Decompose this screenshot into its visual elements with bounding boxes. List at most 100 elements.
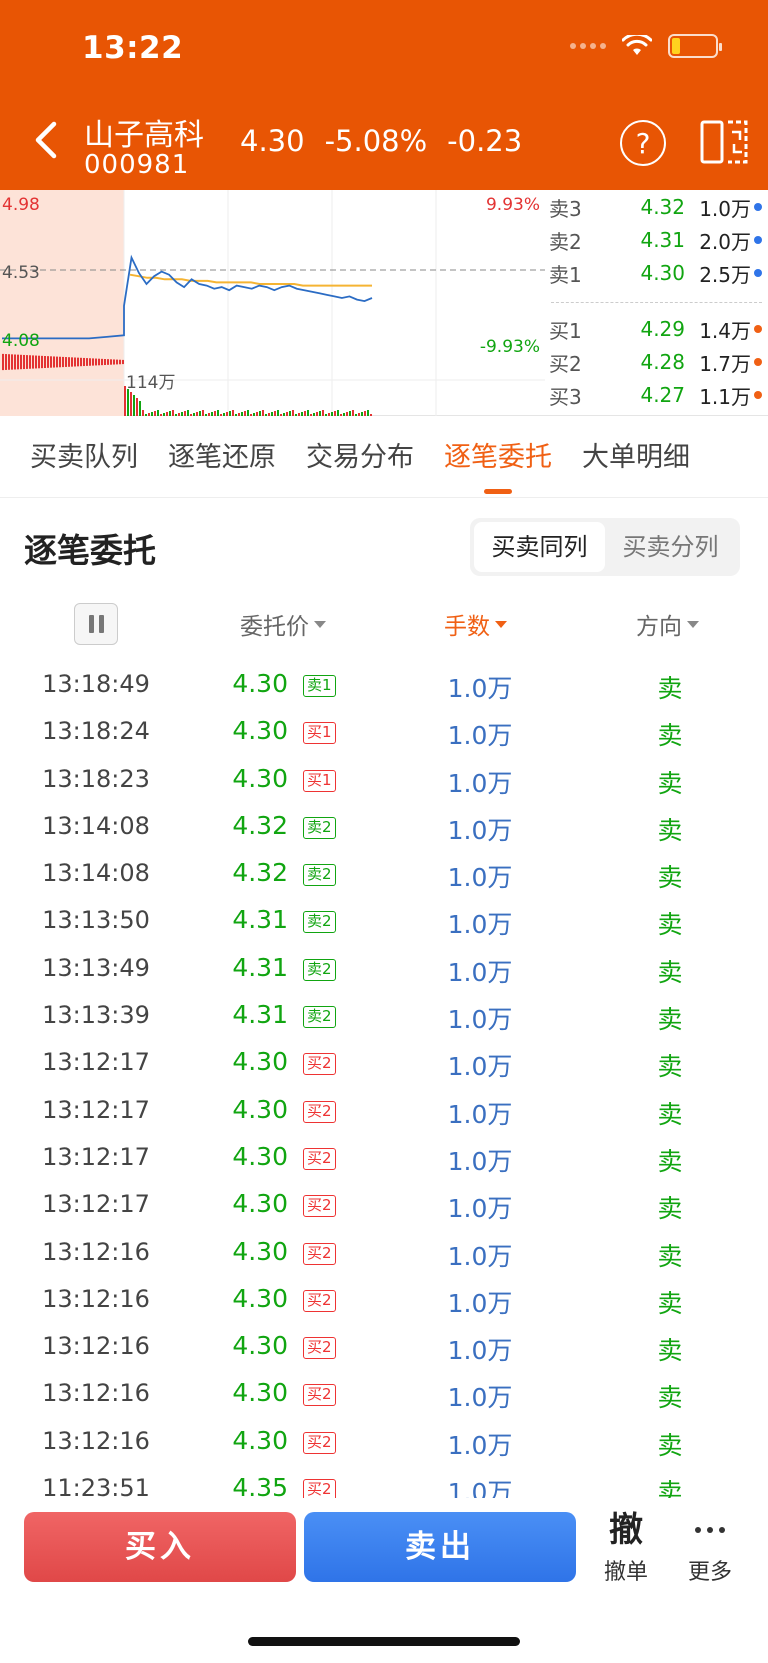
tab-trade-distribution[interactable]: 交易分布 (306, 418, 414, 498)
order-price: 4.32 (232, 858, 288, 888)
ask-price: 4.31 (640, 228, 685, 252)
volume-bar (35, 355, 37, 369)
order-direction: 卖 (657, 721, 683, 751)
y-axis-bottom: 4.08 (2, 331, 40, 351)
volume-bar (116, 359, 118, 365)
volume-bar (172, 410, 174, 416)
volume-bar (101, 358, 103, 366)
order-price: 4.30 (232, 763, 288, 793)
volume-bar (241, 412, 243, 416)
volume-bar (355, 414, 357, 416)
order-time: 13:12:16 (42, 1332, 150, 1361)
order-direction: 卖 (657, 1336, 683, 1366)
volume-bar (256, 412, 258, 416)
volume-bar (139, 401, 141, 416)
volume-bar (136, 398, 138, 416)
volume-bar (56, 356, 58, 368)
preopen-shade (0, 190, 124, 416)
order-price: 4.30 (232, 1331, 288, 1361)
table-row: 13:12:17 4.30 买2 1.0万 卖 (0, 1180, 768, 1227)
volume-bar (229, 411, 231, 416)
pause-button[interactable] (74, 603, 118, 645)
bid-label: 买3 (549, 384, 582, 409)
order-price: 4.30 (232, 1094, 288, 1124)
column-volume-label: 手数 (444, 614, 490, 640)
volume-bar (202, 410, 204, 416)
intraday-chart[interactable]: 4.98 4.53 4.08 9.93% -9.93% 114万 (0, 190, 545, 416)
order-price: 4.30 (232, 1047, 288, 1077)
order-level-badge: 卖1 (303, 675, 336, 697)
toggle-same-column[interactable]: 买卖同列 (474, 522, 605, 572)
volume-bar (259, 411, 261, 416)
order-volume: 1.0万 (447, 1194, 513, 1224)
volume-bar (199, 411, 201, 416)
order-book[interactable]: 卖3 4.32 1.0万 卖2 4.31 2.0万 卖1 4.30 2.5万 买… (545, 190, 768, 416)
volume-bar (44, 356, 46, 368)
status-time: 13:22 (82, 30, 184, 66)
back-icon[interactable] (30, 118, 64, 162)
bid-volume: 1.4万 (699, 318, 751, 343)
volume-bar (127, 389, 129, 416)
order-time: 13:18:24 (42, 717, 150, 746)
volume-bar (38, 355, 40, 369)
volume-bar (337, 410, 339, 416)
order-level-badge: 卖2 (303, 816, 336, 839)
order-level-badge: 买2 (303, 1147, 336, 1170)
cancel-order-label: 撤单 (603, 1560, 648, 1585)
volume-bar (119, 359, 121, 365)
caret-down-icon (495, 620, 507, 628)
tab-tick-restore[interactable]: 逐笔还原 (168, 418, 276, 498)
volume-bar (319, 411, 321, 416)
ask-dot-icon (754, 203, 762, 211)
toggle-split-column[interactable]: 买卖分列 (605, 522, 736, 572)
pct-axis-bottom: -9.93% (480, 337, 540, 357)
tab-large-orders[interactable]: 大单明细 (582, 418, 690, 498)
order-time: 13:12:16 (42, 1379, 150, 1408)
tab-tick-orders[interactable]: 逐笔委托 (444, 418, 552, 498)
order-level-badge: 卖2 (303, 864, 336, 887)
bid-volume: 1.1万 (699, 384, 751, 409)
order-time: 13:12:17 (42, 1048, 150, 1077)
volume-bar (14, 354, 16, 370)
ask-price: 4.30 (640, 261, 685, 285)
column-direction-sort[interactable]: 方向 (636, 604, 699, 644)
column-volume-sort[interactable]: 手数 (444, 604, 507, 644)
order-time: 13:12:17 (42, 1142, 150, 1171)
app-header: 13:22 山子高科 000981 4.30 -5.08% -0.23 ? (0, 0, 768, 190)
tab-order-queue[interactable]: 买卖队列 (30, 418, 138, 498)
order-price: 4.31 (232, 905, 288, 935)
bid-price: 4.29 (640, 317, 685, 341)
volume-bar (244, 411, 246, 416)
volume-bar (250, 414, 252, 416)
ask-dot-icon (754, 236, 762, 244)
order-direction: 卖 (657, 1052, 683, 1082)
order-level-badge: 买2 (303, 1053, 336, 1076)
table-row: 13:12:17 4.30 买2 1.0万 卖 (0, 1133, 768, 1180)
volume-bar (53, 356, 55, 368)
more-button[interactable]: 更多 (680, 1508, 740, 1586)
sell-button[interactable]: 卖出 (304, 1512, 576, 1582)
order-volume: 1.0万 (447, 1478, 513, 1500)
volume-bar (157, 410, 159, 416)
column-price-sort[interactable]: 委托价 (240, 604, 326, 644)
volume-bar (47, 356, 49, 368)
order-list[interactable]: 13:18:49 4.30 卖1 1.0万卖 13:18:24 4.30 买1 1.0万卖 13… (0, 660, 768, 1500)
order-direction: 卖 (657, 1383, 683, 1413)
help-icon[interactable]: ? (620, 120, 666, 166)
volume-bar (220, 414, 222, 416)
current-price: 4.30 (240, 124, 305, 158)
layout-switch-icon[interactable] (700, 118, 750, 166)
order-volume: 1.0万 (447, 1099, 513, 1129)
ask-price: 4.32 (640, 195, 685, 219)
order-level-badge: 卖2 (303, 958, 336, 981)
buy-button[interactable]: 买入 (24, 1512, 296, 1582)
volume-bar (130, 392, 132, 416)
order-time: 13:13:49 (42, 953, 150, 982)
order-direction: 卖 (657, 1241, 683, 1271)
volume-bar (322, 410, 324, 416)
cancel-order-button[interactable]: 撤 撤单 (596, 1508, 656, 1586)
column-price-label: 委托价 (240, 614, 309, 640)
intraday-chart-panel[interactable]: 4.98 4.53 4.08 9.93% -9.93% 114万 卖3 4.32… (0, 190, 768, 416)
volume-bar (214, 411, 216, 416)
order-volume: 1.0万 (447, 1430, 513, 1460)
